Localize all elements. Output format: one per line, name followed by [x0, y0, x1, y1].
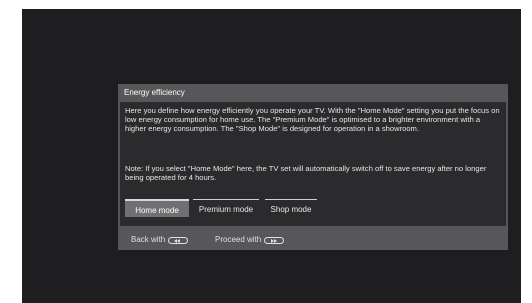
- premium-mode-button[interactable]: Premium mode: [193, 199, 259, 217]
- remote-back-button-icon: [168, 236, 189, 244]
- back-hint[interactable]: Back with: [131, 233, 189, 247]
- dialog-title: Energy efficiency: [124, 88, 185, 97]
- tv-screen: Energy efficiency Here you define how en…: [22, 9, 521, 303]
- energy-efficiency-dialog: Energy efficiency Here you define how en…: [118, 84, 508, 250]
- dialog-body: Here you define how energy efficiently y…: [120, 102, 506, 301]
- shop-mode-button[interactable]: Shop mode: [265, 199, 317, 217]
- dialog-footer: Back with Proceed with: [118, 231, 508, 249]
- home-mode-button[interactable]: Home mode: [125, 199, 189, 217]
- description-text: Here you define how energy efficiently y…: [125, 106, 500, 134]
- content-pane: Here you define how energy efficiently y…: [120, 102, 506, 226]
- proceed-hint[interactable]: Proceed with: [215, 233, 285, 247]
- remote-forward-button-icon: [264, 236, 285, 244]
- proceed-label: Proceed with: [215, 235, 262, 244]
- back-label: Back with: [131, 235, 166, 244]
- note-text: Note: If you select "Home Mode" here, th…: [125, 164, 487, 183]
